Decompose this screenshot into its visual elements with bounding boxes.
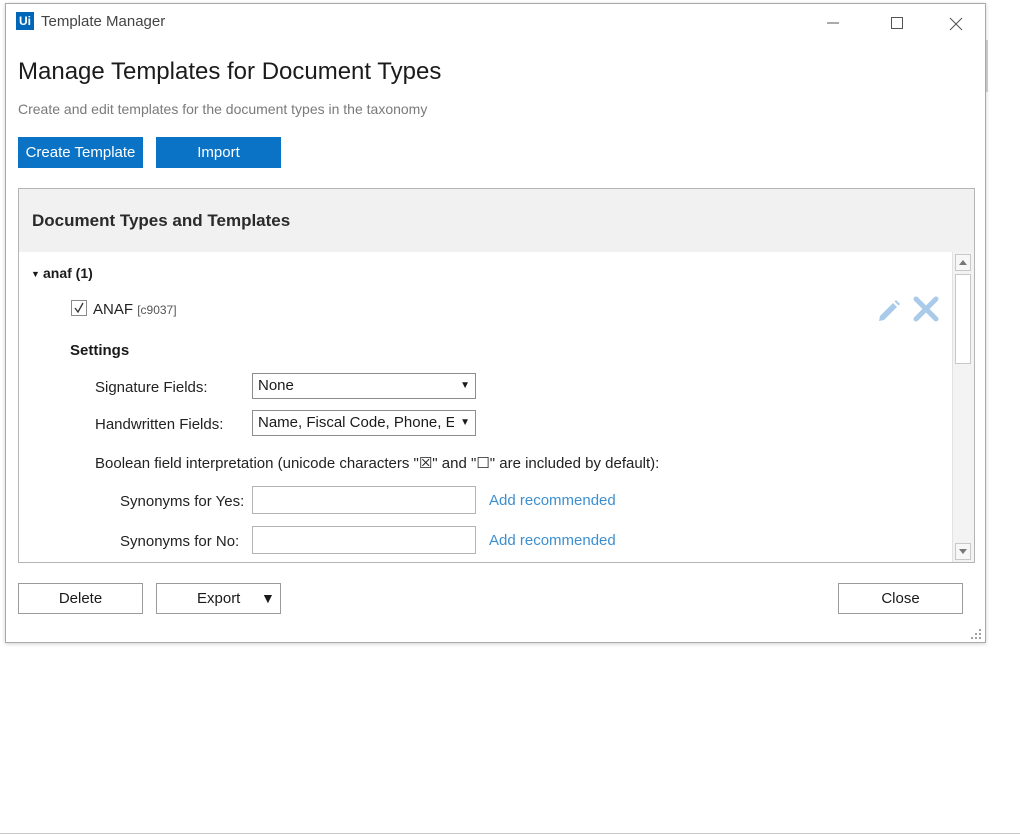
page-title: Manage Templates for Document Types bbox=[18, 58, 442, 85]
signature-fields-value: None bbox=[258, 377, 294, 394]
checkmark-icon bbox=[74, 302, 84, 314]
dropdown-arrow-icon: ▼ bbox=[460, 417, 470, 428]
scroll-down-arrow-icon bbox=[959, 549, 967, 554]
export-button[interactable]: Export ▼ bbox=[156, 583, 281, 614]
page-subtitle: Create and edit templates for the docume… bbox=[18, 101, 428, 117]
signature-fields-label: Signature Fields: bbox=[95, 379, 208, 396]
close-window-button[interactable] bbox=[928, 8, 974, 38]
delete-button[interactable]: Delete bbox=[18, 583, 143, 614]
maximize-icon bbox=[891, 17, 903, 29]
template-name: ANAF bbox=[93, 301, 134, 318]
uipath-logo-icon: Ui bbox=[16, 12, 34, 30]
pencil-icon bbox=[879, 300, 900, 321]
template-id: [c9037] bbox=[137, 303, 177, 317]
scrollbar-thumb[interactable] bbox=[955, 274, 971, 364]
edit-template-button[interactable] bbox=[876, 297, 902, 323]
boolean-interpretation-label: Boolean field interpretation (unicode ch… bbox=[95, 455, 660, 472]
panel-scrollbar[interactable] bbox=[952, 252, 974, 562]
doc-type-group-anaf[interactable]: ▼ anaf (1) bbox=[31, 265, 93, 281]
background-window-edge bbox=[986, 40, 988, 92]
synonyms-yes-label: Synonyms for Yes: bbox=[120, 493, 245, 510]
synonyms-no-label: Synonyms for No: bbox=[120, 533, 240, 550]
panel-header: Document Types and Templates bbox=[19, 189, 974, 252]
collapse-triangle-icon[interactable]: ▼ bbox=[31, 269, 43, 279]
add-recommended-yes-link[interactable]: Add recommended bbox=[489, 492, 616, 509]
x-icon bbox=[913, 296, 939, 322]
handwritten-fields-label: Handwritten Fields: bbox=[95, 416, 224, 433]
template-checkbox[interactable] bbox=[71, 300, 87, 316]
panel-title: Document Types and Templates bbox=[32, 211, 291, 230]
document-types-panel: Document Types and Templates ▼ anaf (1) A… bbox=[18, 188, 975, 563]
import-button[interactable]: Import bbox=[156, 137, 281, 168]
create-template-button[interactable]: Create Template bbox=[18, 137, 143, 168]
settings-heading: Settings bbox=[70, 342, 130, 359]
handwritten-fields-value: Name, Fiscal Code, Phone, E-mail bbox=[258, 414, 454, 431]
template-item-anaf[interactable]: ANAF [c9037] bbox=[71, 300, 177, 318]
delete-template-button[interactable] bbox=[912, 295, 940, 323]
resize-grip-icon[interactable] bbox=[969, 627, 983, 641]
handwritten-fields-select[interactable]: Name, Fiscal Code, Phone, E-mail ▼ bbox=[252, 410, 476, 436]
synonyms-yes-input[interactable] bbox=[252, 486, 476, 514]
minimize-icon bbox=[827, 22, 839, 24]
signature-fields-select[interactable]: None ▼ bbox=[252, 373, 476, 399]
window-title: Template Manager bbox=[41, 13, 166, 30]
export-label: Export bbox=[197, 590, 241, 607]
scroll-up-arrow-icon bbox=[959, 260, 967, 265]
dropdown-arrow-icon: ▼ bbox=[460, 380, 470, 391]
scroll-down-button[interactable] bbox=[955, 543, 971, 560]
title-bar[interactable]: Ui Template Manager bbox=[6, 4, 985, 42]
export-dropdown-arrow-icon[interactable]: ▼ bbox=[261, 584, 275, 613]
group-label: anaf (1) bbox=[43, 265, 93, 281]
synonyms-no-input[interactable] bbox=[252, 526, 476, 554]
scroll-up-button[interactable] bbox=[955, 254, 971, 271]
close-button[interactable]: Close bbox=[838, 583, 963, 614]
maximize-button[interactable] bbox=[870, 8, 916, 38]
add-recommended-no-link[interactable]: Add recommended bbox=[489, 532, 616, 549]
close-icon bbox=[949, 17, 963, 31]
template-manager-window: Ui Template Manager Manage Templates for… bbox=[5, 3, 986, 643]
minimize-button[interactable] bbox=[810, 8, 856, 38]
screen-bottom-line bbox=[0, 833, 1020, 834]
